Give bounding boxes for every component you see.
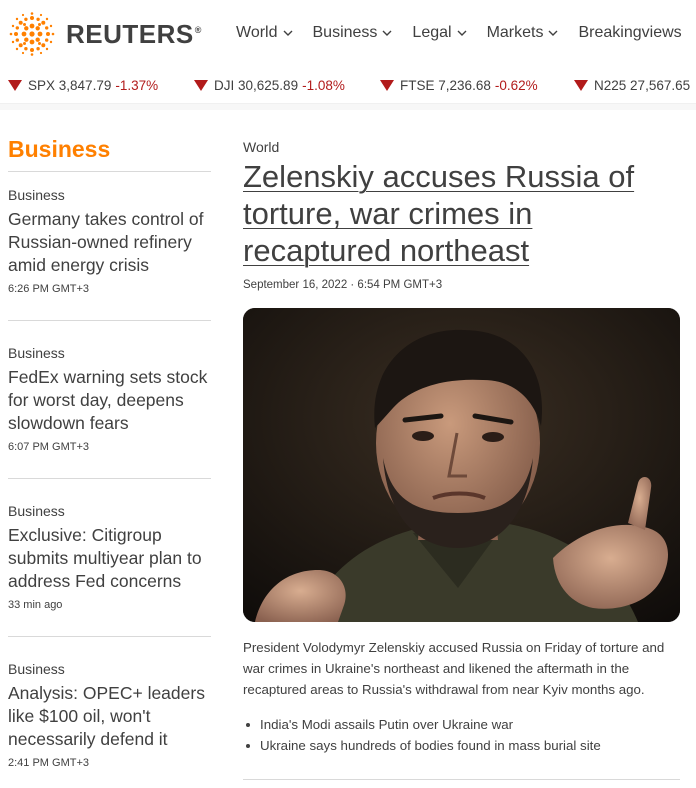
divider <box>243 779 680 780</box>
chevron-down-icon <box>382 30 392 36</box>
nav-item-breakingviews[interactable]: Breakingviews <box>578 24 681 42</box>
article-date: September 16, 2022 · 6:54 PM GMT+3 <box>243 279 443 291</box>
market-ticker: SPX 3,847.79 -1.37% DJI 30,625.89 -1.08% F… <box>0 66 696 104</box>
reuters-logo-icon <box>9 12 55 56</box>
ticker-change: -1.08% <box>302 78 345 93</box>
down-arrow-icon <box>380 80 394 91</box>
ticker-symbol: DJI <box>214 78 235 93</box>
header-divider <box>0 104 696 110</box>
nav-item-markets[interactable]: Markets <box>487 24 559 42</box>
divider <box>8 320 211 321</box>
chevron-down-icon <box>283 30 292 36</box>
nav-item-legal[interactable]: Legal <box>412 24 467 42</box>
article-photo[interactable] <box>243 308 680 622</box>
story-category[interactable]: Business <box>8 187 218 204</box>
bullet-icon <box>246 743 250 748</box>
story-headline[interactable]: Exclusive: Citigroup submits multiyear p… <box>8 524 218 593</box>
sidebar-story[interactable]: Business FedEx warning sets stock for wo… <box>8 345 218 453</box>
nav-item-label: Markets <box>486 24 544 41</box>
story-headline[interactable]: Germany takes control of Russian-owned r… <box>8 208 218 277</box>
story-category[interactable]: Business <box>8 345 218 362</box>
article-category[interactable]: World <box>243 139 279 155</box>
nav-item-label: Legal <box>412 24 452 41</box>
ticker-item-spx[interactable]: SPX 3,847.79 -1.37% <box>8 78 158 93</box>
nav-item-label: Business <box>312 24 378 41</box>
ticker-value: 3,847.79 <box>58 78 112 93</box>
divider <box>8 171 211 172</box>
story-time: 33 min ago <box>8 599 63 611</box>
related-link[interactable]: India's Modi assails Putin over Ukraine … <box>243 714 683 735</box>
ticker-item-n225[interactable]: N225 27,567.65 <box>574 78 690 93</box>
ticker-value: 27,567.65 <box>630 78 691 93</box>
nav-item-business[interactable]: Business <box>313 24 393 42</box>
down-arrow-icon <box>574 80 588 91</box>
down-arrow-icon <box>194 80 208 91</box>
story-time: 2:41 PM GMT+3 <box>8 757 90 769</box>
nav-item-label: World <box>236 24 278 41</box>
down-arrow-icon <box>8 80 22 91</box>
main-nav: World Business Legal Markets Breakingvie… <box>236 24 682 42</box>
logo-wordmark: REUTERS® <box>66 19 202 49</box>
chevron-down-icon <box>548 30 558 36</box>
related-link-text[interactable]: Ukraine says hundreds of bodies found in… <box>260 735 601 756</box>
nav-item-world[interactable]: World <box>236 24 293 42</box>
related-link-text[interactable]: India's Modi assails Putin over Ukraine … <box>260 714 513 735</box>
article-summary: President Volodymyr Zelenskiy accused Ru… <box>243 640 665 697</box>
divider <box>8 636 211 637</box>
bullet-icon <box>246 722 250 727</box>
related-links: India's Modi assails Putin over Ukraine … <box>243 714 683 756</box>
ticker-value: 7,236.68 <box>438 78 491 93</box>
divider <box>8 478 211 479</box>
ticker-symbol: N225 <box>594 78 627 93</box>
ticker-symbol: FTSE <box>400 78 435 93</box>
sidebar-title[interactable]: Business <box>8 136 110 163</box>
ticker-value: 30,625.89 <box>238 78 299 93</box>
ticker-symbol: SPX <box>28 78 56 93</box>
story-headline[interactable]: Analysis: OPEC+ leaders like $100 oil, w… <box>8 682 218 751</box>
site-header: REUTERS® World Business Legal Markets Br… <box>0 0 696 66</box>
chevron-down-icon <box>457 30 467 36</box>
ticker-item-dji[interactable]: DJI 30,625.89 -1.08% <box>194 78 345 93</box>
ticker-item-ftse[interactable]: FTSE 7,236.68 -0.62% <box>380 78 538 93</box>
related-link[interactable]: Ukraine says hundreds of bodies found in… <box>243 735 683 756</box>
ticker-change: -0.62% <box>494 78 538 93</box>
ticker-change: -1.37% <box>115 78 159 93</box>
nav-item-label: Breakingviews <box>578 24 682 41</box>
sidebar-story[interactable]: Business Germany takes control of Russia… <box>8 187 218 295</box>
sidebar-story[interactable]: Business Exclusive: Citigroup submits mu… <box>8 503 218 611</box>
story-category[interactable]: Business <box>8 503 218 520</box>
reuters-logo[interactable]: REUTERS® <box>8 12 202 56</box>
story-category[interactable]: Business <box>8 661 218 678</box>
article-headline[interactable]: Zelenskiy accuses Russia of torture, war… <box>243 158 683 269</box>
story-time: 6:07 PM GMT+3 <box>8 441 90 453</box>
story-time: 6:26 PM GMT+3 <box>8 283 90 295</box>
story-headline[interactable]: FedEx warning sets stock for worst day, … <box>8 366 218 435</box>
sidebar-story[interactable]: Business Analysis: OPEC+ leaders like $1… <box>8 661 218 769</box>
portrait-image <box>243 308 680 622</box>
